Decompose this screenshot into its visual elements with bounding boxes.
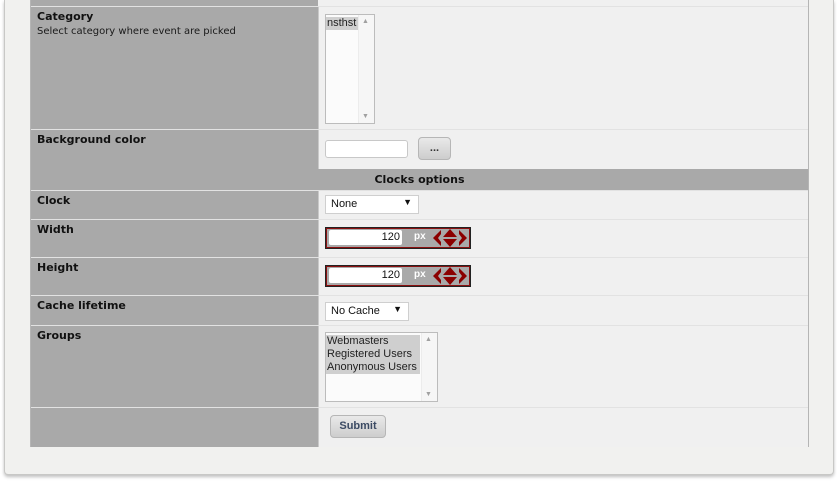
background-color-input[interactable] xyxy=(325,140,408,158)
increment-decrement-arrows-icon[interactable] xyxy=(432,267,468,285)
scroll-down-icon[interactable]: ▼ xyxy=(425,391,432,398)
submit-value-cell: Submit xyxy=(319,408,808,447)
scroll-down-icon[interactable]: ▼ xyxy=(362,113,369,120)
height-unit: px xyxy=(414,269,426,280)
background-color-label: Background color xyxy=(37,133,146,146)
clock-select[interactable]: None ▼ xyxy=(325,195,419,214)
background-color-label-cell: Background color xyxy=(31,130,319,169)
category-label-cell: Category Select category where event are… xyxy=(31,7,319,130)
height-value-cell: 120 px xyxy=(319,258,808,296)
width-unit: px xyxy=(414,231,426,242)
groups-row: Groups Webmasters Registered Users Anony… xyxy=(31,325,808,408)
dropdown-arrow-icon: ▼ xyxy=(393,304,402,314)
width-label: Width xyxy=(37,223,74,236)
groups-option[interactable]: Anonymous Users xyxy=(326,361,420,374)
submit-row: Submit xyxy=(31,407,808,447)
scroll-up-icon[interactable]: ▲ xyxy=(425,336,432,343)
category-label: Category xyxy=(37,10,94,23)
category-description: Select category where event are picked xyxy=(37,26,236,37)
settings-panel: Category Select category where event are… xyxy=(4,0,834,475)
width-spinner: 120 px xyxy=(325,227,471,249)
clocks-options-header: Clocks options xyxy=(31,169,808,190)
height-row: Height 120 px xyxy=(31,257,808,296)
height-label: Height xyxy=(37,261,79,274)
cache-lifetime-value-cell: No Cache ▼ xyxy=(319,296,808,326)
scroll-up-icon[interactable]: ▲ xyxy=(362,18,369,25)
cache-lifetime-row: Cache lifetime No Cache ▼ xyxy=(31,295,808,326)
category-scrollbar[interactable]: ▲ ▼ xyxy=(358,15,374,123)
clock-label: Clock xyxy=(37,194,71,207)
groups-listbox[interactable]: Webmasters Registered Users Anonymous Us… xyxy=(325,332,438,402)
groups-value-cell: Webmasters Registered Users Anonymous Us… xyxy=(319,326,808,408)
clock-value-cell: None ▼ xyxy=(319,191,808,220)
cache-lifetime-label-cell: Cache lifetime xyxy=(31,296,319,326)
background-color-row: Background color ... xyxy=(31,129,808,169)
cache-lifetime-label: Cache lifetime xyxy=(37,299,126,312)
category-option[interactable]: nsthst xyxy=(326,17,359,30)
height-input[interactable]: 120 xyxy=(329,268,402,283)
width-row: Width 120 px xyxy=(31,219,808,258)
groups-option[interactable]: Registered Users xyxy=(326,348,420,361)
color-picker-button[interactable]: ... xyxy=(418,137,451,160)
groups-option[interactable]: Webmasters xyxy=(326,335,420,348)
cache-lifetime-selected-value: No Cache xyxy=(331,305,380,317)
groups-label-cell: Groups xyxy=(31,326,319,408)
category-listbox[interactable]: nsthst ▲ ▼ xyxy=(325,14,375,124)
submit-label-cell xyxy=(31,408,319,447)
clock-selected-value: None xyxy=(331,198,358,210)
cache-lifetime-select[interactable]: No Cache ▼ xyxy=(325,302,409,321)
groups-label: Groups xyxy=(37,329,82,342)
increment-decrement-arrows-icon[interactable] xyxy=(432,229,468,247)
dropdown-arrow-icon: ▼ xyxy=(403,197,412,207)
height-label-cell: Height xyxy=(31,258,319,296)
submit-button[interactable]: Submit xyxy=(330,415,386,438)
module-settings-form: Category Select category where event are… xyxy=(30,0,809,447)
clock-label-cell: Clock xyxy=(31,191,319,220)
height-spinner: 120 px xyxy=(325,265,471,287)
category-value-cell: nsthst ▲ ▼ xyxy=(319,7,808,130)
groups-scrollbar[interactable]: ▲ ▼ xyxy=(421,333,437,401)
category-row: Category Select category where event are… xyxy=(31,6,808,130)
width-label-cell: Width xyxy=(31,220,319,258)
clock-row: Clock None ▼ xyxy=(31,190,808,220)
width-value-cell: 120 px xyxy=(319,220,808,258)
background-color-value-cell: ... xyxy=(319,130,808,169)
width-input[interactable]: 120 xyxy=(329,230,402,245)
